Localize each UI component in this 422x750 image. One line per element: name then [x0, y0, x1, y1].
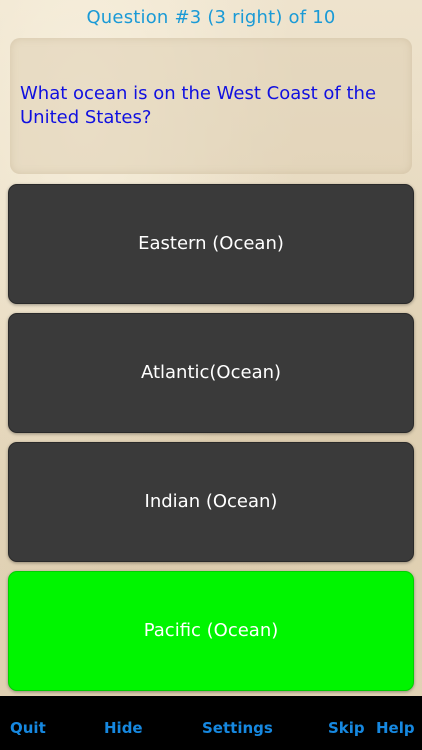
answer-label: Indian (Ocean): [144, 491, 278, 512]
hide-button[interactable]: Hide: [104, 718, 143, 738]
answer-button-2[interactable]: Atlantic(Ocean): [8, 313, 414, 433]
answer-button-3[interactable]: Indian (Ocean): [8, 442, 414, 562]
answer-label: Pacific (Ocean): [143, 620, 279, 641]
question-text: What ocean is on the West Coast of the U…: [20, 83, 377, 128]
bottom-toolbar: Quit Hide Settings Skip Help: [0, 696, 422, 750]
answer-label: Eastern (Ocean): [138, 233, 284, 254]
quit-button[interactable]: Quit: [10, 718, 46, 738]
question-panel: What ocean is on the West Coast of the U…: [10, 38, 412, 174]
answer-button-1[interactable]: Eastern (Ocean): [8, 184, 414, 304]
answer-label: Atlantic(Ocean): [140, 362, 282, 383]
answer-button-4-correct[interactable]: Pacific (Ocean): [8, 571, 414, 691]
skip-button[interactable]: Skip: [328, 718, 365, 738]
question-progress-title: Question #3 (3 right) of 10: [86, 7, 336, 28]
help-button[interactable]: Help: [376, 718, 415, 738]
settings-button[interactable]: Settings: [202, 718, 273, 738]
